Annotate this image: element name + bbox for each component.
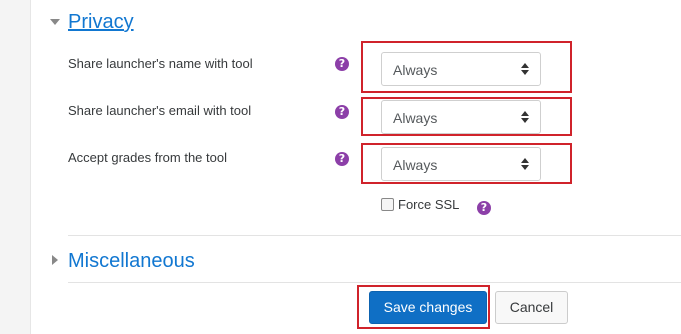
save-changes-button[interactable]: Save changes — [369, 291, 487, 324]
share-name-select[interactable]: Always — [381, 52, 541, 86]
help-icon[interactable]: ? — [335, 152, 349, 166]
collapse-toggle-icon[interactable] — [50, 19, 60, 25]
select-value: Always — [393, 157, 438, 173]
select-arrows-icon — [521, 110, 529, 124]
select-arrows-icon — [521, 157, 529, 171]
select-arrows-icon — [521, 62, 529, 76]
share-email-label: Share launcher's email with tool — [68, 103, 252, 118]
accept-grades-select[interactable]: Always — [381, 147, 541, 181]
force-ssl-label[interactable]: Force SSL — [398, 197, 459, 213]
accept-grades-label: Accept grades from the tool — [68, 150, 227, 165]
help-icon[interactable]: ? — [477, 201, 491, 215]
help-icon[interactable]: ? — [335, 57, 349, 71]
section-divider — [68, 282, 681, 283]
share-name-label: Share launcher's name with tool — [68, 56, 253, 71]
select-value: Always — [393, 62, 438, 78]
force-ssl-checkbox[interactable] — [381, 198, 394, 211]
cancel-button[interactable]: Cancel — [495, 291, 568, 324]
share-email-select[interactable]: Always — [381, 100, 541, 134]
privacy-section-title[interactable]: Privacy — [68, 10, 134, 34]
select-value: Always — [393, 110, 438, 126]
section-divider — [68, 235, 681, 236]
misc-section-title[interactable]: Miscellaneous — [68, 249, 195, 273]
expand-toggle-icon[interactable] — [52, 255, 58, 265]
help-icon[interactable]: ? — [335, 105, 349, 119]
page-left-gutter — [0, 0, 31, 334]
